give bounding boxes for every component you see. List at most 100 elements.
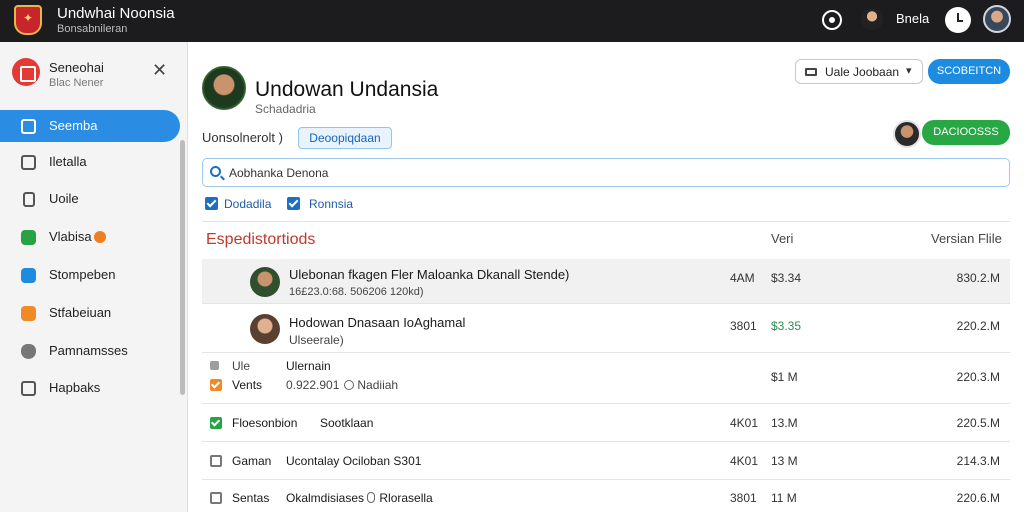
sidebar: Seneohai Blac Nener ✕ Seemba Iletalla Uo… (0, 42, 188, 512)
sidebar-title: Seneohai (49, 60, 104, 75)
sidebar-item-pamnamsses[interactable]: Pamnamsses (0, 335, 180, 367)
row-size: 220.3.M (956, 370, 1000, 384)
grid-icon (21, 381, 36, 396)
tag-icon (21, 306, 36, 321)
row-checkbox[interactable] (210, 417, 222, 429)
row-price: 13 M (771, 454, 798, 468)
sidebar-item-stfabeiuan[interactable]: Stfabeiuan (0, 297, 180, 329)
filter-chip[interactable]: Deoopiqdaan (298, 127, 392, 149)
row-checkbox[interactable] (210, 379, 222, 391)
top-bar: Undwhai Noonsia Bonsabnileran Bnela (0, 0, 1024, 42)
profile-avatar[interactable] (983, 5, 1011, 33)
app-subtitle: Bonsabnileran (57, 23, 128, 35)
profile-avatar-large (202, 66, 246, 110)
shield-icon (21, 344, 36, 359)
checkbox-ronnsia[interactable] (287, 197, 300, 210)
row-extra: Rlorasella (379, 491, 433, 505)
sidebar-item-seemba[interactable]: Seemba (0, 110, 180, 142)
row-size: 220.6.M (956, 491, 1000, 505)
sidebar-item-label: Stfabeiuan (49, 305, 112, 320)
sidebar-scrollbar[interactable] (180, 140, 185, 395)
row-subtitle: Ulseerale) (289, 333, 344, 347)
checkbox-label: Ronnsia (309, 197, 354, 211)
table-row[interactable]: Floesonbion Sootklaan 4K01 13.M 220.5.M (202, 404, 1010, 442)
row-title: Ulernain (286, 359, 331, 373)
table-row[interactable]: Ulebonan fkagen Fler Maloanka Dkanall St… (202, 259, 1010, 304)
row-status: Nadiiah (357, 378, 399, 392)
user-name[interactable]: Bnela (896, 11, 929, 26)
clock-icon[interactable] (945, 7, 971, 33)
sidebar-item-label: Uoile (49, 191, 79, 206)
row-size: 830.2.M (956, 271, 1000, 285)
row-version: 3801 (730, 491, 757, 505)
attachment-icon (367, 492, 376, 503)
notification-badge (94, 231, 106, 243)
close-icon[interactable]: ✕ (152, 61, 167, 79)
column-header-version[interactable]: Veri (771, 231, 793, 246)
row-version: 4AM (730, 271, 755, 285)
document-icon (23, 192, 35, 207)
column-header-size[interactable]: Versian Flile (931, 231, 1002, 246)
green-action-button[interactable]: DACIOOSSS (922, 120, 1010, 145)
row-title-text: Okalmdisiases (286, 491, 365, 505)
status-icon (344, 380, 355, 390)
row-version: 4K01 (730, 416, 759, 430)
sidebar-item-iletalla[interactable]: Iletalla (0, 146, 180, 178)
primary-button[interactable]: SCOBEITCN (928, 59, 1010, 84)
sidebar-item-vlabisa[interactable]: Vlabisa (0, 221, 180, 253)
row-size: 220.5.M (956, 416, 1000, 430)
check-square-icon (21, 119, 36, 134)
sidebar-item-hapbaks[interactable]: Hapbaks (0, 372, 180, 404)
member-avatar[interactable] (893, 120, 921, 148)
search-bar[interactable] (202, 158, 1010, 187)
row-label: Ule (232, 359, 251, 373)
row-checkbox[interactable] (210, 455, 222, 467)
app-title: Undwhai Noonsia (57, 5, 175, 22)
search-input[interactable] (229, 163, 989, 183)
row-price: $3.35 (771, 319, 802, 333)
row-price: $3.34 (771, 271, 802, 285)
checkbox-dodadila[interactable] (205, 197, 218, 210)
row-title: Ulebonan fkagen Fler Maloanka Dkanall St… (289, 267, 570, 282)
row-label: Vents (232, 378, 263, 392)
search-icon (210, 166, 221, 177)
chevron-down-icon: ▾ (906, 65, 912, 77)
table-row[interactable]: Ule Ulernain Vents 0.922.901 Nadiiah $1 M… (202, 353, 1010, 404)
monitor-icon (805, 68, 817, 76)
table-row[interactable]: Sentas Okalmdisiases Rlorasella 3801 11 … (202, 480, 1010, 512)
page-title: Undowan Undansia (255, 78, 439, 101)
row-avatar (250, 314, 280, 344)
sidebar-item-label: Hapbaks (49, 380, 101, 395)
row-subtitle: 0.922.901 Nadiiah (286, 378, 398, 392)
sidebar-item-label: Pamnamsses (49, 343, 128, 358)
page-subtitle: Schadadria (255, 102, 316, 116)
divider (202, 221, 1010, 222)
dropdown-label: Uale Joobaan (825, 65, 900, 79)
location-icon[interactable] (822, 10, 842, 30)
row-value: 0.922.901 (286, 378, 340, 392)
calendar-icon (21, 268, 36, 283)
row-size: 220.2.M (956, 319, 1000, 333)
app-logo (14, 5, 42, 35)
user-avatar-small[interactable] (861, 8, 883, 30)
sidebar-item-uoile[interactable]: Uoile (0, 183, 180, 215)
row-checkbox[interactable] (210, 361, 219, 370)
row-version: 3801 (730, 319, 757, 333)
row-price: $1 M (771, 370, 798, 384)
sidebar-item-label: Iletalla (49, 154, 87, 169)
sidebar-subtitle: Blac Nener (49, 77, 104, 89)
sidebar-item-label: Vlabisa (49, 229, 92, 244)
sidebar-item-label: Seemba (49, 118, 98, 133)
row-price: 13.M (771, 416, 798, 430)
view-dropdown[interactable]: Uale Joobaan ▾ (795, 59, 923, 84)
table-row[interactable]: Hodowan Dnasaan IoAghamal Ulseerale) 380… (202, 304, 1010, 353)
row-checkbox[interactable] (210, 492, 222, 504)
table-row[interactable]: Gaman Ucontalay Ociloban S301 4K01 13 M … (202, 442, 1010, 480)
row-title: Sootklaan (320, 416, 374, 430)
row-subtitle: 16£23.0:68. 506206 120kd) (289, 286, 424, 298)
row-version: 4K01 (730, 454, 759, 468)
row-title: Ucontalay Ociloban S301 (286, 454, 422, 468)
row-price: 11 M (771, 491, 797, 505)
row-label: Gaman (232, 454, 272, 468)
sidebar-item-stompeben[interactable]: Stompeben (0, 259, 180, 291)
